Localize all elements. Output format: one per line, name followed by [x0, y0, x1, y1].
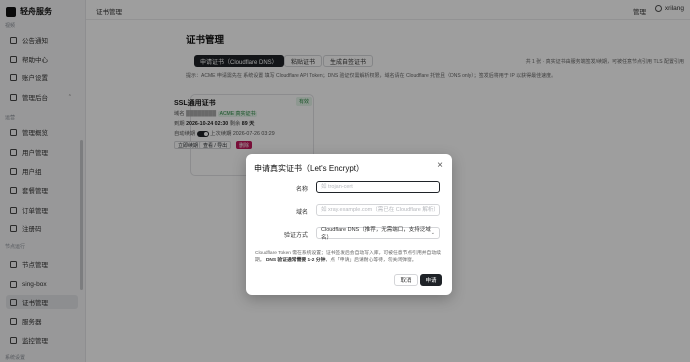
domain-label: 域名 — [295, 210, 308, 216]
submit-button[interactable]: 申请 — [420, 274, 442, 286]
dialog-title: 申请真实证书（Let's Encrypt） — [254, 164, 364, 173]
close-icon[interactable]: × — [437, 161, 443, 171]
cancel-button[interactable]: 取消 — [394, 274, 418, 286]
domain-input[interactable] — [316, 204, 440, 216]
name-label: 名称 — [295, 187, 308, 193]
method-select[interactable]: Cloudflare DNS（推荐，无需端口，支持泛域名） ⌄ — [316, 227, 440, 241]
chevron-down-icon: ⌄ — [430, 230, 435, 236]
note-text-end: ，点「申请」后请耐心等待，勿关闭弹窗。 — [325, 258, 417, 263]
note-emphasis: DNS 验证通常需要 1-2 分钟 — [265, 258, 326, 263]
name-input[interactable] — [316, 181, 440, 193]
method-label: 验证方式 — [283, 233, 308, 239]
dialog-note: Cloudflare Token 需在系统设置；证书签发后会自动写入库，可被任意… — [255, 250, 445, 264]
apply-certificate-dialog: 申请真实证书（Let's Encrypt） × 名称 域名 验证方式 Cloud… — [246, 154, 452, 295]
method-selected-value: Cloudflare DNS（推荐，无需端口，支持泛域名） — [321, 227, 431, 241]
